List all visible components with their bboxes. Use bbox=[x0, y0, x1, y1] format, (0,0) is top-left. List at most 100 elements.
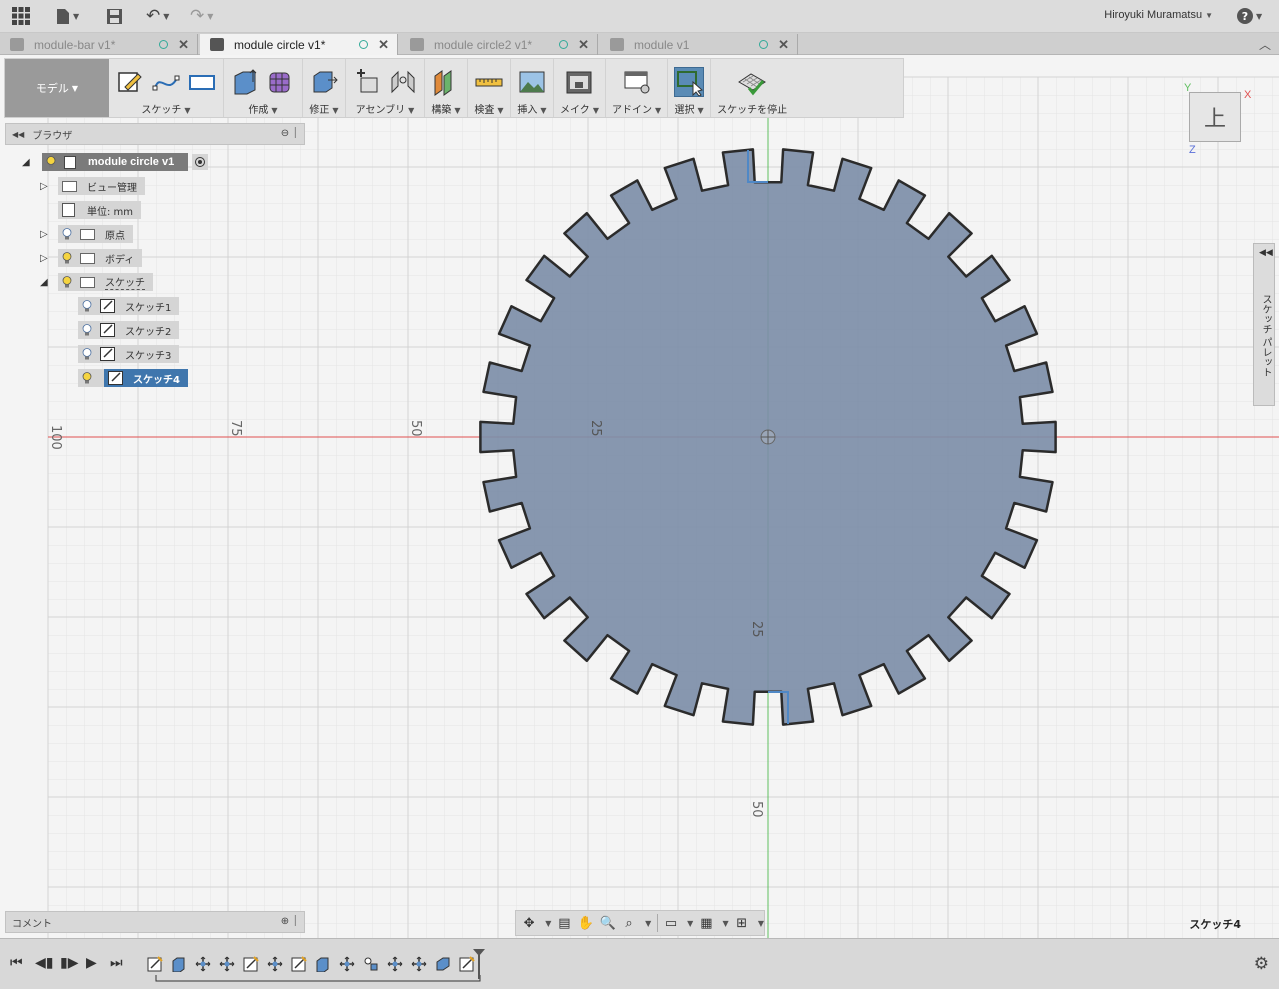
scripts-icon[interactable] bbox=[622, 67, 652, 97]
design-canvas[interactable]: 100 75 50 25 25 50 bbox=[0, 55, 1279, 938]
activate-radio-icon[interactable] bbox=[192, 154, 209, 170]
timeline-extrude-icon[interactable] bbox=[170, 955, 188, 973]
select-icon[interactable] bbox=[674, 67, 705, 97]
display-settings-icon[interactable]: ▭ bbox=[664, 914, 678, 932]
root-component[interactable]: module circle v1 bbox=[42, 153, 189, 171]
undo-button[interactable]: ↶ ▼ bbox=[146, 6, 169, 26]
viewports-icon[interactable]: ⊞ bbox=[735, 914, 749, 932]
timeline-move-icon[interactable] bbox=[338, 955, 356, 973]
step-forward-icon[interactable]: ▮▶ bbox=[60, 955, 78, 971]
help-button[interactable]: ? ▼ bbox=[1237, 6, 1262, 26]
visibility-bulb-icon[interactable] bbox=[62, 252, 72, 264]
add-comment-icon[interactable]: ⊕ ⏐ bbox=[281, 916, 298, 927]
browser-item-bodies[interactable]: ▷ ボディ bbox=[40, 248, 143, 268]
stop-sketch-icon[interactable] bbox=[737, 67, 767, 97]
origin-icon[interactable] bbox=[760, 429, 776, 445]
grid-settings-icon[interactable]: ▦ bbox=[699, 914, 713, 932]
image-icon[interactable] bbox=[517, 67, 547, 97]
stop-sketch-group[interactable]: スケッチを停止 bbox=[711, 59, 793, 117]
collapse-left-icon[interactable]: ◀◀ bbox=[12, 130, 24, 139]
orbit-icon[interactable]: ✥ bbox=[522, 914, 536, 932]
timeline-sketch-icon[interactable] bbox=[146, 955, 164, 973]
close-icon[interactable]: ✕ bbox=[778, 37, 789, 53]
workspace-switcher[interactable]: モデル ▼ bbox=[5, 59, 109, 117]
viewcube[interactable]: 上 bbox=[1189, 92, 1241, 142]
play-icon[interactable]: ▶ bbox=[86, 955, 97, 971]
expand-left-icon[interactable]: ◀◀ bbox=[1259, 248, 1273, 258]
timeline-extrude-icon[interactable] bbox=[314, 955, 332, 973]
hidden-bulb-icon[interactable] bbox=[82, 348, 92, 360]
browser-root-row[interactable]: ◢ module circle v1 bbox=[22, 152, 209, 172]
tab-module-circle[interactable]: module circle v1* ✕ bbox=[200, 34, 398, 55]
rectangle-icon[interactable] bbox=[187, 67, 217, 97]
collapse-triangle-icon[interactable]: ◢ bbox=[40, 277, 48, 288]
collapse-triangle-icon[interactable]: ◢ bbox=[22, 157, 30, 168]
measure-icon[interactable] bbox=[474, 67, 504, 97]
modify-group[interactable]: 修正 ▼ bbox=[303, 59, 346, 117]
tab-module-circle2[interactable]: module circle2 v1* ✕ bbox=[400, 34, 598, 55]
comments-panel[interactable]: コメント ⊕ ⏐ bbox=[5, 911, 305, 933]
browser-item-sketch-2[interactable]: スケッチ2 bbox=[78, 320, 180, 340]
timeline-move-icon[interactable] bbox=[386, 955, 404, 973]
hidden-bulb-icon[interactable] bbox=[82, 300, 92, 312]
press-pull-icon[interactable] bbox=[309, 67, 339, 97]
construct-group[interactable]: 構築 ▼ bbox=[425, 59, 468, 117]
offset-plane-icon[interactable] bbox=[431, 67, 461, 97]
close-icon[interactable]: ✕ bbox=[178, 37, 189, 53]
inspect-group[interactable]: 検査 ▼ bbox=[468, 59, 511, 117]
pan-icon[interactable]: ✋ bbox=[578, 914, 594, 932]
timeline-component-icon[interactable] bbox=[362, 955, 380, 973]
browser-item-origin[interactable]: ▷ 原点 bbox=[40, 224, 133, 244]
browser-item-sketch-3[interactable]: スケッチ3 bbox=[78, 344, 180, 364]
timeline-move-icon[interactable] bbox=[194, 955, 212, 973]
timeline-move-icon[interactable] bbox=[266, 955, 284, 973]
timeline-sketch-icon[interactable] bbox=[242, 955, 260, 973]
go-to-end-icon[interactable]: ⏭ bbox=[110, 955, 123, 971]
insert-group[interactable]: 挿入 ▼ bbox=[511, 59, 554, 117]
visibility-bulb-icon[interactable] bbox=[62, 276, 72, 288]
timeline-marker[interactable] bbox=[473, 949, 485, 979]
browser-item-view-management[interactable]: ▷ ビュー管理 bbox=[40, 176, 145, 196]
tab-module[interactable]: module v1 ✕ bbox=[600, 34, 798, 55]
browser-item-sketch-1[interactable]: スケッチ1 bbox=[78, 296, 180, 316]
save-button[interactable] bbox=[106, 6, 123, 26]
assemble-group[interactable]: アセンブリ ▼ bbox=[346, 59, 425, 117]
step-back-icon[interactable]: ◀▮ bbox=[35, 955, 53, 971]
browser-item-sketches[interactable]: ◢ スケッチ bbox=[40, 272, 153, 292]
chevron-up-icon[interactable]: ︿ bbox=[1259, 36, 1271, 53]
addins-group[interactable]: アドイン ▼ bbox=[606, 59, 669, 117]
hidden-bulb-icon[interactable] bbox=[62, 228, 72, 240]
go-to-start-icon[interactable]: ⏮ bbox=[10, 955, 23, 971]
new-component-icon[interactable] bbox=[352, 67, 382, 97]
joint-icon[interactable] bbox=[388, 67, 418, 97]
spline-icon[interactable] bbox=[151, 67, 181, 97]
zoom-icon[interactable]: 🔍 bbox=[600, 914, 616, 932]
timeline-move-icon[interactable] bbox=[410, 955, 428, 973]
sketch-viewport[interactable]: 100 75 50 25 25 50 bbox=[0, 55, 1279, 938]
browser-header[interactable]: ◀◀ ブラウザ ⊖ ⏐ bbox=[5, 123, 305, 145]
form-icon[interactable] bbox=[266, 67, 296, 97]
look-at-icon[interactable]: ▤ bbox=[557, 914, 571, 932]
sketch-group[interactable]: スケッチ ▼ bbox=[109, 59, 224, 117]
timeline-sketch-icon[interactable] bbox=[290, 955, 308, 973]
settings-gear-icon[interactable]: ⚙ bbox=[1254, 954, 1269, 974]
create-sketch-icon[interactable] bbox=[115, 67, 145, 97]
tab-module-bar[interactable]: module-bar v1* ✕ bbox=[0, 34, 198, 55]
select-group[interactable]: 選択 ▼ bbox=[668, 59, 712, 117]
expand-triangle-icon[interactable]: ▷ bbox=[40, 229, 48, 240]
expand-triangle-icon[interactable]: ▷ bbox=[40, 181, 48, 192]
make-group[interactable]: メイク ▼ bbox=[554, 59, 606, 117]
file-menu-button[interactable]: ▼ bbox=[56, 6, 79, 26]
close-icon[interactable]: ✕ bbox=[378, 37, 389, 53]
redo-button[interactable]: ↷ ▼ bbox=[190, 6, 213, 26]
visibility-bulb-icon[interactable] bbox=[82, 372, 92, 384]
browser-options-icon[interactable]: ⊖ ⏐ bbox=[281, 128, 298, 139]
create-group[interactable]: 作成 ▼ bbox=[224, 59, 303, 117]
hidden-bulb-icon[interactable] bbox=[82, 324, 92, 336]
3d-print-icon[interactable] bbox=[564, 67, 594, 97]
visibility-bulb-icon[interactable] bbox=[46, 156, 56, 168]
close-icon[interactable]: ✕ bbox=[578, 37, 589, 53]
data-panel-button[interactable] bbox=[12, 6, 30, 26]
fit-icon[interactable]: ⌕ bbox=[622, 914, 636, 932]
timeline-move-icon[interactable] bbox=[218, 955, 236, 973]
